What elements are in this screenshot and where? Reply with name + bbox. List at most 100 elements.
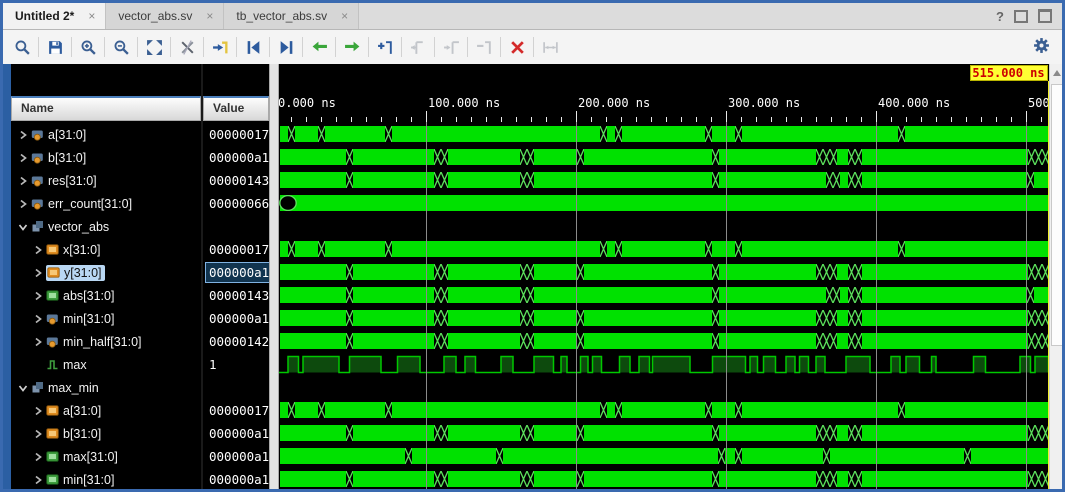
value-row[interactable]: 000000a1 [203, 445, 269, 468]
value-row[interactable]: 00000143 [203, 169, 269, 192]
wave-row-max_min[interactable] [279, 376, 1049, 399]
tree-row-res310[interactable]: res[31:0] [11, 169, 201, 192]
value-row[interactable]: 000000a1 [203, 307, 269, 330]
zoom-in-icon[interactable] [75, 34, 101, 60]
chevron-down-icon[interactable] [17, 382, 29, 394]
wave-row-a310[interactable] [279, 399, 1049, 422]
wave-row-err_count310[interactable] [279, 192, 1049, 215]
chevron-right-icon[interactable] [32, 405, 44, 417]
toggle-snap-icon[interactable] [174, 34, 200, 60]
tree-row-b310[interactable]: b[31:0] [11, 422, 201, 445]
goto-time-icon[interactable] [207, 34, 233, 60]
value-row[interactable]: 00000066 [203, 192, 269, 215]
ruler-tick [981, 117, 982, 122]
tree-row-max[interactable]: max [11, 353, 201, 376]
tree-row-vector_abs[interactable]: vector_abs [11, 215, 201, 238]
maximize-icon[interactable] [1014, 10, 1028, 23]
chevron-right-icon[interactable] [32, 267, 44, 279]
swap-prev-icon[interactable] [306, 34, 332, 60]
transition-x-icon [288, 126, 295, 142]
chevron-right-icon[interactable] [17, 198, 29, 210]
tab-close-icon[interactable]: × [88, 9, 95, 23]
delete-all-markers-icon[interactable] [504, 34, 530, 60]
value-row[interactable]: 00000017 [203, 399, 269, 422]
chevron-right-icon[interactable] [32, 290, 44, 302]
tree-row-max310[interactable]: max[31:0] [11, 445, 201, 468]
tab-tb-vector-abs-sv[interactable]: tb_vector_abs.sv× [224, 3, 359, 29]
value-row[interactable]: 000000a1 [203, 146, 269, 169]
value-row[interactable]: 00000017 [203, 123, 269, 146]
chevron-right-icon[interactable] [32, 244, 44, 256]
value-row[interactable]: 000000a1 [203, 261, 269, 284]
wave-row-min_half310[interactable] [279, 330, 1049, 353]
value-row[interactable] [203, 376, 269, 399]
settings-gear-icon[interactable] [1030, 34, 1052, 56]
tab-vector-abs-sv[interactable]: vector_abs.sv× [106, 3, 224, 29]
wave-row-b310[interactable] [279, 146, 1049, 169]
name-column-header[interactable]: Name [11, 96, 201, 121]
tree-row-a310[interactable]: a[31:0] [11, 123, 201, 146]
chevron-right-icon[interactable] [32, 428, 44, 440]
value-row[interactable]: 00000142 [203, 330, 269, 353]
wave-row-a310[interactable] [279, 123, 1049, 146]
chevron-right-icon[interactable] [32, 336, 44, 348]
wave-row-x310[interactable] [279, 238, 1049, 261]
value-row[interactable]: 00000143 [203, 284, 269, 307]
tree-row-min_half310[interactable]: min_half[31:0] [11, 330, 201, 353]
tab-untitled-2-[interactable]: Untitled 2*× [3, 3, 106, 29]
tree-row-y310[interactable]: y[31:0] [11, 261, 201, 284]
wave-row-y310[interactable] [279, 261, 1049, 284]
chevron-right-icon[interactable] [17, 152, 29, 164]
search-icon[interactable] [9, 34, 35, 60]
swap-next-icon[interactable] [339, 34, 365, 60]
tree-row-min310[interactable]: min[31:0] [11, 468, 201, 489]
add-marker-icon[interactable] [372, 34, 398, 60]
tree-row-min310[interactable]: min[31:0] [11, 307, 201, 330]
wave-row-min310[interactable] [279, 468, 1049, 489]
tree-row-abs310[interactable]: abs[31:0] [11, 284, 201, 307]
wave-row-vector_abs[interactable] [279, 215, 1049, 238]
value-column-header[interactable]: Value [203, 96, 269, 121]
value-row[interactable]: 000000a1 [203, 468, 269, 489]
selected-signal[interactable]: y[31:0] [46, 265, 105, 281]
float-window-icon[interactable] [1038, 9, 1052, 23]
chevron-right-icon[interactable] [17, 129, 29, 141]
wave-row-max[interactable] [279, 353, 1049, 376]
value-row[interactable]: 1 [203, 353, 269, 376]
tab-close-icon[interactable]: × [341, 9, 348, 23]
panel-splitter[interactable] [269, 64, 279, 489]
vertical-scrollbar[interactable] [1049, 64, 1063, 489]
scroll-up-arrow-icon[interactable] [1050, 66, 1063, 80]
scrollbar-thumb[interactable] [1051, 84, 1063, 346]
value-row[interactable] [203, 215, 269, 238]
chevron-right-icon[interactable] [32, 474, 44, 486]
tree-row-b310[interactable]: b[31:0] [11, 146, 201, 169]
transition-x-icon [848, 287, 862, 303]
help-icon[interactable]: ? [996, 9, 1004, 24]
next-transition-icon[interactable] [273, 34, 299, 60]
chevron-down-icon[interactable] [17, 221, 29, 233]
tab-close-icon[interactable]: × [206, 9, 213, 23]
tree-row-max_min[interactable]: max_min [11, 376, 201, 399]
zoom-fit-icon[interactable] [141, 34, 167, 60]
tree-row-a310[interactable]: a[31:0] [11, 399, 201, 422]
wave-row-min310[interactable] [279, 307, 1049, 330]
value-row[interactable]: 000000a1 [203, 422, 269, 445]
wave-row-res310[interactable] [279, 169, 1049, 192]
chevron-right-icon[interactable] [32, 313, 44, 325]
tree-row-err_count310[interactable]: err_count[31:0] [11, 192, 201, 215]
transition-x-icon [816, 333, 837, 349]
chevron-right-icon[interactable] [17, 175, 29, 187]
output-icon [46, 450, 59, 463]
waveform-canvas[interactable]: 0.000 ns100.000 ns200.000 ns300.000 ns40… [279, 64, 1049, 489]
zoom-out-icon[interactable] [108, 34, 134, 60]
wave-row-b310[interactable] [279, 422, 1049, 445]
wave-row-max310[interactable] [279, 445, 1049, 468]
save-icon[interactable] [42, 34, 68, 60]
prev-transition-icon[interactable] [240, 34, 266, 60]
wave-row-abs310[interactable] [279, 284, 1049, 307]
ruler-tick [951, 117, 952, 122]
chevron-right-icon[interactable] [32, 451, 44, 463]
tree-row-x310[interactable]: x[31:0] [11, 238, 201, 261]
value-row[interactable]: 00000017 [203, 238, 269, 261]
